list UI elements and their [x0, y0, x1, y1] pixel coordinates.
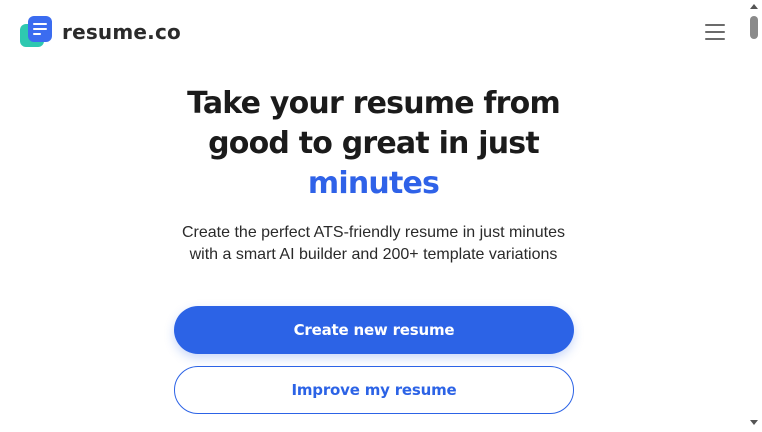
hero-subtitle: Create the perfect ATS-friendly resume i… — [182, 224, 565, 263]
headline-line-1: Take your resume from — [187, 86, 561, 121]
headline-line-2: good to great in just — [208, 126, 540, 161]
hero-headline: Take your resume from good to great in j… — [0, 84, 747, 204]
vertical-scrollbar[interactable] — [747, 0, 762, 432]
scroll-up-arrow-icon[interactable] — [750, 4, 758, 9]
site-header: resume.co — [0, 0, 747, 62]
hero-section: Take your resume from good to great in j… — [0, 84, 747, 266]
brand-name: resume.co — [62, 20, 181, 44]
hamburger-menu-icon[interactable] — [703, 22, 727, 42]
headline-accent: minutes — [307, 166, 440, 201]
document-stack-icon — [20, 16, 52, 48]
improve-my-resume-button[interactable]: Improve my resume — [174, 366, 574, 414]
landing-page: resume.co Take your resume from good to … — [0, 0, 747, 432]
brand-logo-link[interactable]: resume.co — [20, 16, 181, 48]
create-new-resume-button[interactable]: Create new resume — [174, 306, 574, 354]
scroll-down-arrow-icon[interactable] — [750, 420, 758, 425]
scrollbar-thumb[interactable] — [750, 16, 758, 39]
